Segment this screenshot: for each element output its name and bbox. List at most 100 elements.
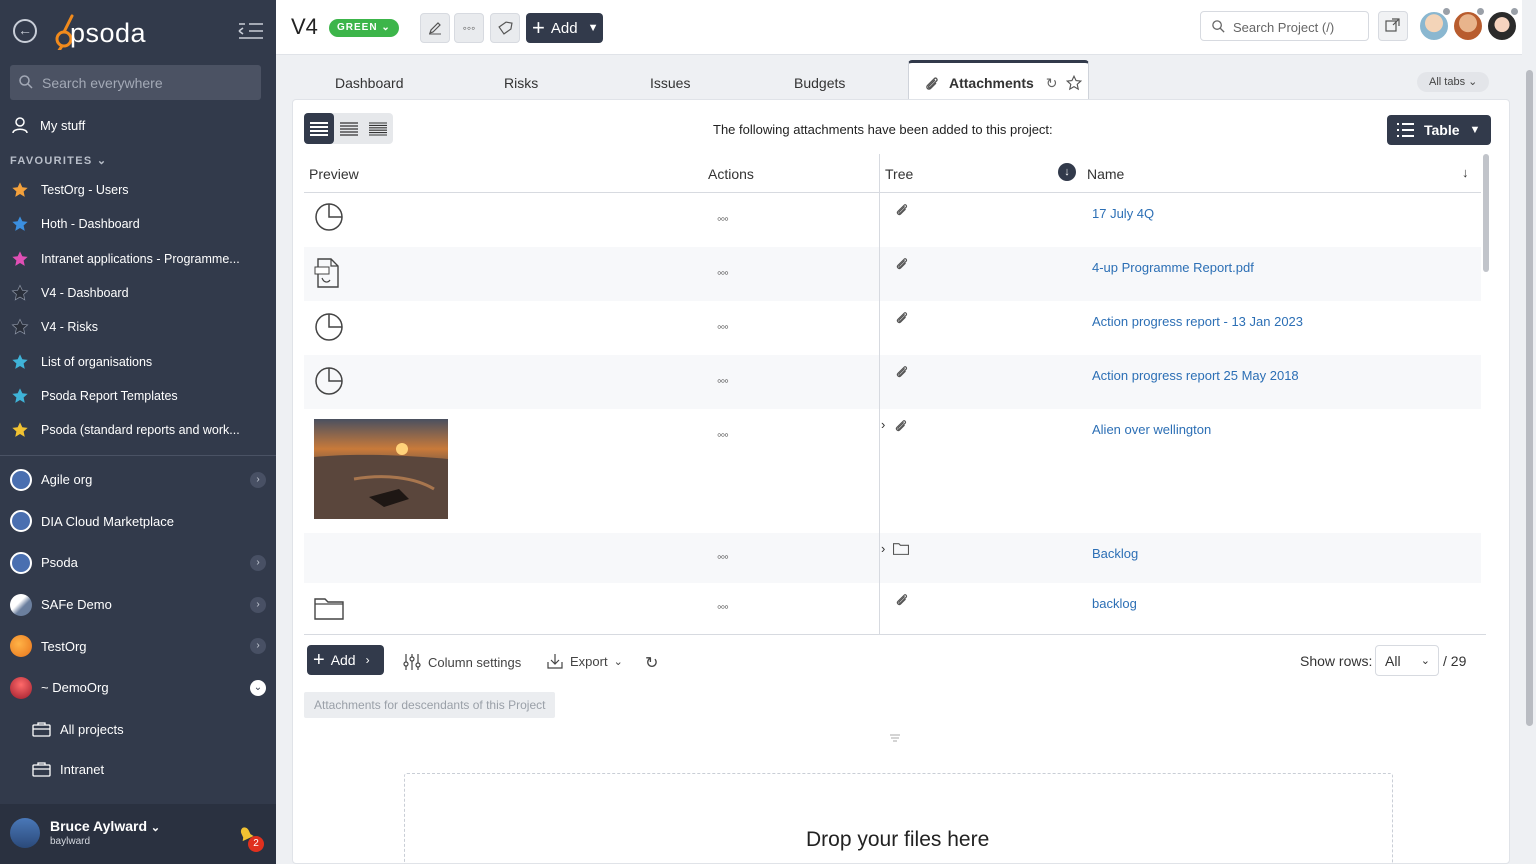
chevron-down-icon[interactable]: ⌄ <box>250 679 266 696</box>
density-dense-button[interactable] <box>363 113 393 144</box>
more-options-button[interactable]: ◦◦◦ <box>454 13 484 43</box>
all-tabs-dropdown[interactable]: All tabs ⌄ <box>1417 72 1490 92</box>
chevron-right-icon[interactable]: › <box>250 554 266 571</box>
table-scroll-thumb[interactable] <box>1483 154 1489 272</box>
edit-button[interactable] <box>420 13 450 43</box>
table-row[interactable]: 17 July 4Q <box>880 193 1481 247</box>
table-row[interactable]: Action progress report - 13 Jan 2023 <box>880 301 1481 355</box>
attachment-name-link[interactable]: 4-up Programme Report.pdf <box>1092 260 1254 275</box>
row-actions-button[interactable]: ◦◦◦ <box>717 427 729 442</box>
tab-attachments[interactable]: Attachments ↻ <box>908 60 1089 102</box>
global-search-input[interactable]: Search everywhere <box>10 65 261 100</box>
favourite-label: TestOrg - Users <box>41 183 129 198</box>
view-mode-label: Table <box>1424 122 1460 138</box>
table-row[interactable]: 4-up Programme Report.pdf <box>880 247 1481 301</box>
attachment-name-link[interactable]: 17 July 4Q <box>1092 206 1154 221</box>
view-mode-dropdown[interactable]: Table ▼ <box>1387 115 1491 145</box>
favourite-item[interactable]: Psoda Report Templates <box>0 379 276 413</box>
add-attachment-button[interactable]: + Add › <box>307 645 384 675</box>
show-rows-select[interactable]: All ⌄ <box>1375 645 1439 676</box>
tag-button[interactable] <box>490 13 520 43</box>
table-row[interactable]: ◦◦◦ <box>304 533 879 583</box>
row-actions-button[interactable]: ◦◦◦ <box>717 599 729 614</box>
favourite-item[interactable]: V4 - Dashboard <box>0 276 276 310</box>
avatar[interactable] <box>10 818 40 848</box>
table-row[interactable]: Action progress report 25 May 2018 <box>880 355 1481 409</box>
row-actions-button[interactable]: ◦◦◦ <box>717 319 729 334</box>
sunset-photo-thumbnail[interactable] <box>314 419 448 519</box>
attachment-name-link[interactable]: Backlog <box>1092 546 1138 561</box>
table-row[interactable]: ◦◦◦ <box>304 409 879 533</box>
add-button[interactable]: + Add ▼ <box>526 13 603 43</box>
chevron-right-icon[interactable]: › <box>250 596 266 613</box>
favourite-item[interactable]: V4 - Risks <box>0 310 276 344</box>
favourite-item[interactable]: List of organisations <box>0 344 276 378</box>
notification-badge: 2 <box>248 836 264 852</box>
share-button[interactable] <box>1378 11 1408 41</box>
sort-arrow-icon[interactable]: ↓ <box>1462 165 1469 180</box>
org-item[interactable]: DIA Cloud Marketplace <box>0 501 276 543</box>
row-actions-button[interactable]: ◦◦◦ <box>717 265 729 280</box>
table-row[interactable]: › Alien over wellington <box>880 409 1481 533</box>
sort-desc-icon[interactable]: ↓ <box>1058 163 1076 181</box>
favourite-star-icon[interactable] <box>1065 75 1082 91</box>
expand-chevron-icon[interactable]: › <box>881 541 885 556</box>
column-header-actions[interactable]: Actions <box>708 166 754 182</box>
reload-icon[interactable]: ↻ <box>1046 75 1058 92</box>
chevron-right-icon[interactable]: › <box>250 471 266 488</box>
my-stuff-link[interactable]: My stuff <box>10 114 85 136</box>
project-search-input[interactable]: Search Project (/) <box>1200 11 1369 41</box>
column-header-name[interactable]: Name <box>1087 166 1124 182</box>
attachment-name-link[interactable]: backlog <box>1092 596 1137 611</box>
attachment-name-link[interactable]: Alien over wellington <box>1092 422 1211 437</box>
org-item[interactable]: Agile org › <box>0 459 276 501</box>
favourite-item[interactable]: Intranet applications - Programme... <box>0 242 276 276</box>
attachment-name-link[interactable]: Action progress report - 13 Jan 2023 <box>1092 314 1303 329</box>
favourite-item[interactable]: TestOrg - Users <box>0 173 276 207</box>
attachment-name-link[interactable]: Action progress report 25 May 2018 <box>1092 368 1299 383</box>
export-button[interactable]: Export ⌄ <box>547 653 623 669</box>
org-item[interactable]: TestOrg › <box>0 625 276 667</box>
descendants-attachments-tab[interactable]: Attachments for descendants of this Proj… <box>304 692 556 718</box>
back-button[interactable]: ← <box>13 19 37 43</box>
favourite-item[interactable]: Hoth - Dashboard <box>0 207 276 241</box>
add-label: Add <box>550 19 578 37</box>
density-normal-button[interactable] <box>304 113 334 144</box>
status-badge[interactable]: GREEN ⌄ <box>329 19 399 37</box>
density-compact-button[interactable] <box>334 113 364 144</box>
table-row[interactable]: ◦◦◦ <box>304 583 879 634</box>
table-row[interactable]: backlog <box>880 583 1481 634</box>
column-header-tree[interactable]: Tree <box>885 166 913 182</box>
table-row[interactable]: ◦◦◦ <box>304 247 879 301</box>
user-panel[interactable]: Bruce Aylward ⌄ baylward 2 <box>0 804 276 864</box>
tab-issues[interactable]: Issues <box>650 75 690 91</box>
table-row[interactable]: › Backlog <box>880 533 1481 583</box>
user-name[interactable]: Bruce Aylward ⌄ <box>50 818 160 834</box>
sub-item[interactable]: All projects <box>0 709 276 749</box>
favourite-item[interactable]: Psoda (standard reports and work... <box>0 413 276 447</box>
file-dropzone[interactable]: Drop your files here <box>404 773 1393 864</box>
table-row[interactable]: ◦◦◦ <box>304 301 879 355</box>
chevron-right-icon[interactable]: › <box>250 638 266 655</box>
column-settings-button[interactable]: Column settings <box>403 653 521 671</box>
org-item[interactable]: Psoda › <box>0 542 276 584</box>
table-row[interactable]: ◦◦◦ <box>304 355 879 409</box>
column-header-preview[interactable]: Preview <box>309 166 359 182</box>
collapse-sidebar-icon[interactable] <box>238 22 264 40</box>
favourites-header[interactable]: FAVOURITES ⌄ <box>10 154 107 167</box>
refresh-icon[interactable]: ↻ <box>645 653 658 673</box>
org-item[interactable]: ~ DemoOrg ⌄ <box>0 667 276 709</box>
org-item[interactable]: SAFe Demo › <box>0 584 276 626</box>
table-scrollbar[interactable] <box>1483 154 1489 634</box>
expand-chevron-icon[interactable]: › <box>881 417 885 432</box>
sub-item[interactable]: Intranet <box>0 749 276 789</box>
row-actions-button[interactable]: ◦◦◦ <box>717 211 729 226</box>
row-actions-button[interactable]: ◦◦◦ <box>717 549 729 564</box>
tab-budgets[interactable]: Budgets <box>794 75 845 91</box>
resize-grip-icon[interactable] <box>889 734 901 742</box>
page-scrollbar[interactable] <box>1526 70 1533 726</box>
table-row[interactable]: ◦◦◦ <box>304 193 879 247</box>
row-actions-button[interactable]: ◦◦◦ <box>717 373 729 388</box>
tab-risks[interactable]: Risks <box>504 75 538 91</box>
tab-dashboard[interactable]: Dashboard <box>335 75 404 91</box>
